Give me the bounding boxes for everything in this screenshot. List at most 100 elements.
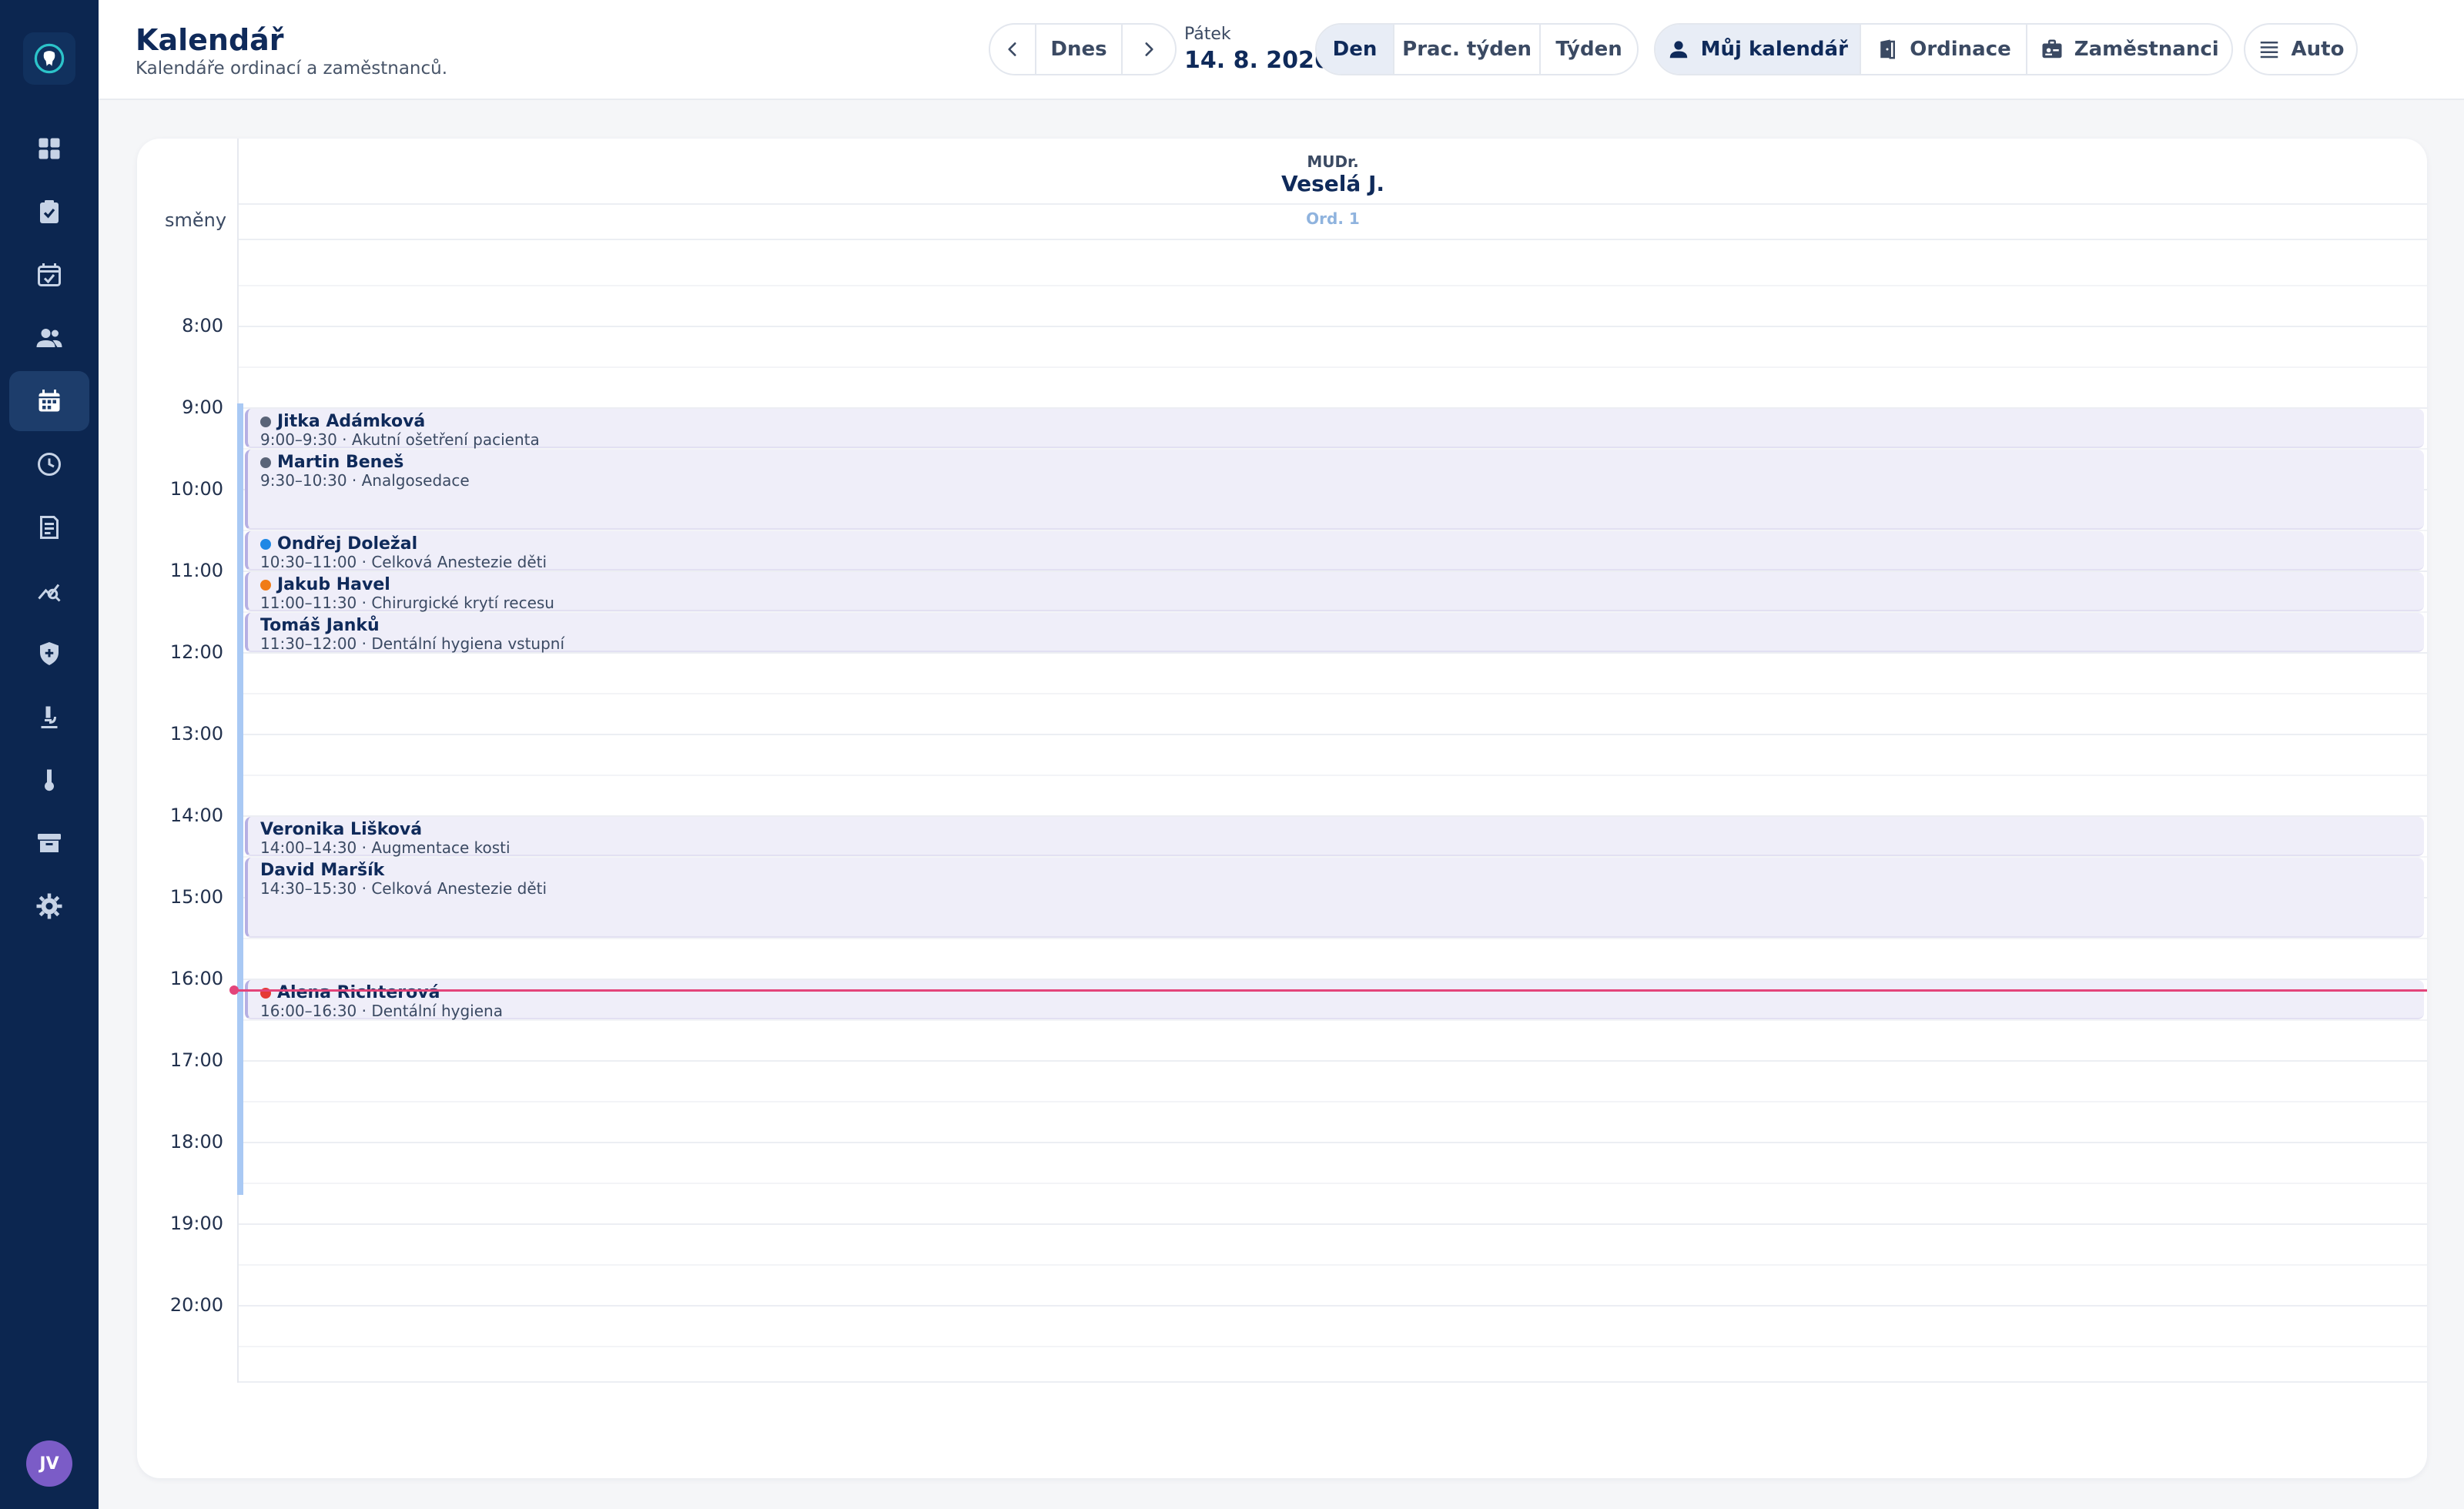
- grid-line: [239, 1305, 2427, 1307]
- appointment-details: 9:00–9:30 · Akutní ošetření pacienta: [260, 430, 540, 449]
- status-dot: [260, 538, 271, 550]
- appointment-patient: Tomáš Janků: [260, 616, 380, 635]
- patient-name: Jitka Adámková: [277, 412, 426, 431]
- current-date: Pátek 14. 8. 2026: [1184, 25, 1331, 74]
- chevron-right-icon: [1145, 42, 1153, 56]
- door-icon: [1880, 39, 1896, 59]
- mode-my-calendar-tab[interactable]: Můj kalendář: [1656, 25, 1861, 74]
- shift-label[interactable]: Ord. 1: [239, 209, 2427, 228]
- hour-label: 17:00: [169, 1049, 223, 1071]
- avatar[interactable]: JV: [26, 1440, 72, 1487]
- grid-line: [239, 366, 2427, 368]
- header-divider: [239, 203, 2427, 205]
- badge-icon: [2042, 39, 2062, 59]
- dashboard-icon: [38, 138, 60, 159]
- calendar-check-icon: [38, 263, 61, 286]
- appointment-block[interactable]: Tomáš Janků 11:30–12:00 · Dentální hygien…: [245, 613, 2424, 653]
- grid-line: [239, 1183, 2427, 1184]
- patient-name: Ondřej Doležal: [277, 534, 418, 554]
- view-day-tab[interactable]: Den: [1317, 25, 1395, 74]
- sidebar-item-analytics[interactable]: [9, 560, 89, 621]
- prev-day-button[interactable]: [990, 25, 1036, 74]
- appointment-block[interactable]: Veronika Lišková 14:00–14:30 · Augmentace…: [245, 817, 2424, 857]
- current-time-line: [234, 989, 2427, 992]
- current-time-dot: [229, 985, 239, 995]
- sidebar-item-calendar-check[interactable]: [9, 245, 89, 305]
- patient-name: Jakub Havel: [277, 575, 390, 594]
- analytics-icon: [38, 584, 61, 602]
- appointment-details: 14:00–14:30 · Augmentace kosti: [260, 838, 511, 857]
- sidebar-item-dashboard[interactable]: [9, 119, 89, 179]
- grid-line: [239, 1019, 2427, 1021]
- sidebar-item-thermometer[interactable]: [9, 750, 89, 810]
- patient-name: David Maršík: [260, 861, 385, 880]
- mode-employees-tab[interactable]: Zaměstnanci: [2027, 25, 2231, 74]
- app-logo[interactable]: [23, 32, 75, 85]
- page-subtitle: Kalendáře ordinací a zaměstnanců.: [136, 59, 448, 79]
- sidebar-item-microscope[interactable]: [9, 687, 89, 747]
- document-icon: [40, 516, 59, 539]
- grid-bottom-line: [239, 1381, 2427, 1383]
- users-icon: [36, 329, 62, 347]
- grid-line: [239, 1101, 2427, 1102]
- tooth-logo-icon: [34, 43, 65, 74]
- calendar-card: MUDr. Veselá J. směny Ord. 1 8:00 9:00 10:…: [137, 139, 2427, 1478]
- sidebar-item-shield[interactable]: [9, 624, 89, 684]
- sidebar-item-gear[interactable]: [9, 876, 89, 936]
- mode-offices-tab[interactable]: Ordinace: [1861, 25, 2028, 74]
- grid-line: [239, 326, 2427, 327]
- microscope-icon: [41, 706, 58, 728]
- status-dot: [260, 416, 271, 427]
- status-dot: [260, 457, 271, 468]
- hour-label: 11:00: [169, 560, 223, 581]
- day-name: Pátek: [1184, 25, 1231, 44]
- view-workweek-tab[interactable]: Prac. týden: [1394, 25, 1542, 74]
- shift-row-label: směny: [165, 209, 227, 231]
- grid-line: [239, 1142, 2427, 1143]
- top-bar: Kalendář Kalendáře ordinací a zaměstnanc…: [99, 0, 2464, 100]
- next-day-button[interactable]: [1123, 25, 1175, 74]
- resource-title: MUDr.: [1307, 152, 1359, 171]
- appointment-block[interactable]: David Maršík 14:30–15:30 · Celková Aneste…: [245, 858, 2424, 938]
- appointment-block[interactable]: Jakub Havel 11:00–11:30 · Chirurgické kry…: [245, 572, 2424, 612]
- appointment-patient: Jakub Havel: [260, 575, 390, 594]
- appointment-block[interactable]: Jitka Adámková 9:00–9:30 · Akutní ošetřen…: [245, 409, 2424, 449]
- archive-icon: [38, 834, 61, 852]
- appointment-block[interactable]: Alena Richterová 16:00–16:30 · Dentální h…: [245, 980, 2424, 1020]
- sidebar-item-archive[interactable]: [9, 813, 89, 873]
- appointment-details: 9:30–10:30 · Analgosedace: [260, 471, 470, 490]
- today-button[interactable]: Dnes: [1036, 25, 1123, 74]
- grid-line: [239, 285, 2427, 286]
- grid-line: [239, 1060, 2427, 1062]
- mode-my-calendar-label: Můj kalendář: [1700, 38, 1848, 61]
- clipboard-check-icon: [40, 200, 59, 223]
- auto-zoom-toggle: Auto: [2244, 23, 2358, 75]
- patient-name: Martin Beneš: [277, 453, 404, 472]
- patient-name: Alena Richterová: [277, 983, 440, 1002]
- appointment-block[interactable]: Ondřej Doležal 10:30–11:00 · Celková Anes…: [245, 531, 2424, 571]
- menu-lines-icon: [2260, 42, 2278, 59]
- appointment-patient: David Maršík: [260, 861, 384, 880]
- hour-label: 8:00: [182, 315, 223, 336]
- appointment-patient: Alena Richterová: [260, 983, 440, 1002]
- appointment-block[interactable]: Martin Beneš 9:30–10:30 · Analgosedace: [245, 450, 2424, 530]
- grid-line: [239, 938, 2427, 939]
- hour-label: 9:00: [182, 396, 223, 418]
- sidebar-item-users[interactable]: [9, 308, 89, 368]
- view-week-tab[interactable]: Týden: [1541, 25, 1637, 74]
- status-dot: [260, 579, 271, 591]
- shield-icon: [40, 642, 59, 665]
- view-switcher: Den Prac. týden Týden: [1315, 23, 1639, 75]
- sidebar-item-calendar[interactable]: [9, 371, 89, 431]
- appointment-details: 14:30–15:30 · Celková Anestezie děti: [260, 879, 547, 898]
- resource-name[interactable]: Veselá J.: [239, 171, 2427, 196]
- sidebar-item-document[interactable]: [9, 497, 89, 557]
- sidebar: JV: [0, 0, 99, 1509]
- sidebar-item-clock[interactable]: [9, 434, 89, 494]
- hour-label: 13:00: [169, 723, 223, 744]
- mode-employees-label: Zaměstnanci: [2074, 38, 2219, 61]
- hour-label: 19:00: [169, 1213, 223, 1234]
- sidebar-item-clipboard-check[interactable]: [9, 182, 89, 242]
- auto-label: Auto: [2291, 38, 2345, 61]
- auto-button[interactable]: Auto: [2245, 25, 2356, 74]
